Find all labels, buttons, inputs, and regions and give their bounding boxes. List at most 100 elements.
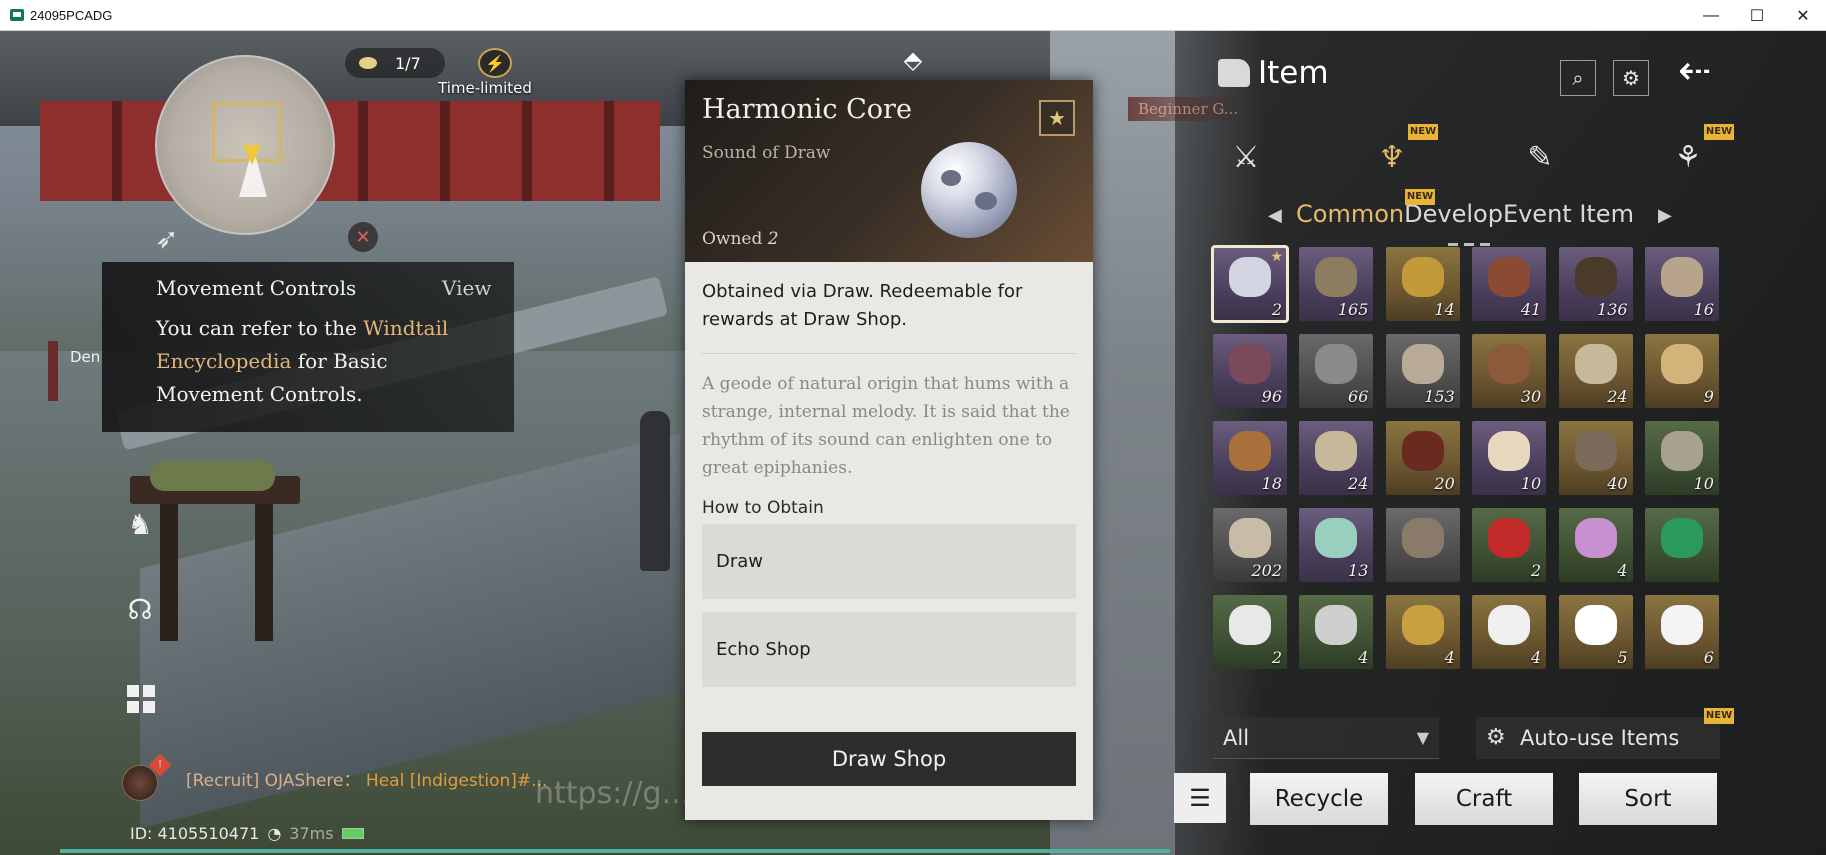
item-slot[interactable]: 40 (1558, 421, 1633, 495)
items-pouch-category-icon[interactable]: ♆ (1370, 136, 1414, 180)
draw-shop-button[interactable]: Draw Shop (702, 732, 1076, 786)
item-count: 14 (1434, 300, 1455, 319)
item-slot[interactable]: 202 (1213, 508, 1287, 582)
item-slot[interactable] (1385, 508, 1460, 582)
item-image (1401, 344, 1444, 384)
item-slot[interactable]: 9 (1644, 334, 1719, 408)
item-slot[interactable]: 165 (1299, 247, 1374, 321)
item-count: 24 (1607, 387, 1628, 406)
item-slot[interactable]: 2 (1213, 595, 1287, 669)
item-tabs: Common Develop Event Item (1265, 200, 1665, 228)
settings-gear-icon[interactable]: ⚙ (1613, 60, 1649, 96)
bottom-progress-line (60, 849, 1170, 853)
item-count: 18 (1261, 474, 1282, 493)
item-slot[interactable]: 4 (1472, 595, 1547, 669)
favorite-star-icon[interactable]: ★ (1039, 100, 1075, 136)
item-slot[interactable]: 41 (1472, 247, 1547, 321)
item-slot[interactable]: 20 (1385, 421, 1460, 495)
item-count: 41 (1520, 300, 1542, 319)
item-slot[interactable]: 4 (1558, 508, 1633, 582)
item-slot[interactable]: 136 (1558, 247, 1633, 321)
app-icon (10, 9, 24, 21)
auto-use-label: Auto-use Items (1520, 726, 1680, 750)
weapons-category-icon[interactable]: ⚔ (1224, 136, 1268, 180)
item-slot[interactable]: 153 (1385, 334, 1460, 408)
item-image (1660, 605, 1703, 645)
token-category-icon[interactable]: ⚘ (1666, 136, 1710, 180)
auto-use-items-button[interactable]: ⚙ Auto-use Items (1476, 717, 1720, 759)
item-slot[interactable]: 2 (1472, 508, 1547, 582)
close-button[interactable]: ✕ (1780, 0, 1826, 31)
item-image (1488, 344, 1531, 384)
item-slot[interactable] (1644, 508, 1719, 582)
item-slot[interactable]: 18 (1213, 421, 1287, 495)
horse-icon[interactable]: ♞ (120, 505, 160, 545)
tip-body-text: You can refer to the (156, 316, 364, 340)
item-slot[interactable]: ★ 2 (1211, 245, 1289, 323)
item-slot[interactable]: 24 (1299, 421, 1374, 495)
favorite-star-icon: ★ (1270, 249, 1283, 265)
item-slot[interactable]: 4 (1385, 595, 1460, 669)
tab-common[interactable]: Common (1296, 200, 1404, 228)
item-image (1488, 257, 1531, 297)
item-count: 24 (1348, 474, 1369, 493)
item-name: Harmonic Core (702, 94, 912, 125)
source-echo-shop[interactable]: Echo Shop (702, 612, 1076, 687)
sort-button[interactable]: Sort (1579, 773, 1717, 825)
craft-button[interactable]: Craft (1415, 773, 1553, 825)
listen-ear-icon[interactable]: ☊ (120, 590, 160, 630)
item-slot[interactable]: 96 (1213, 334, 1287, 408)
minimize-button[interactable]: — (1688, 0, 1734, 31)
new-badge: NEW (1405, 189, 1435, 205)
back-arrow-icon[interactable]: ⇠ (1678, 48, 1712, 94)
crossed-swords-icon[interactable]: ✕ (348, 222, 378, 252)
item-slot[interactable]: 4 (1299, 595, 1374, 669)
recycle-button[interactable]: Recycle (1250, 773, 1388, 825)
item-count: 153 (1424, 387, 1455, 406)
item-slot[interactable]: 24 (1558, 334, 1633, 408)
tab-next-arrow-icon[interactable]: ▶ (1658, 205, 1672, 226)
item-slot[interactable]: 10 (1644, 421, 1719, 495)
item-count: 66 (1348, 387, 1369, 406)
owned-count: Owned 2 (702, 229, 779, 249)
item-slot[interactable]: 5 (1558, 595, 1633, 669)
filter-dropdown[interactable]: All ▼ (1213, 717, 1439, 759)
source-draw[interactable]: Draw (702, 524, 1076, 599)
quest-counter[interactable]: 1/7 (345, 48, 445, 78)
chat-text[interactable]: Heal [Indigestion]#... (366, 771, 547, 791)
item-count: 4 (1444, 648, 1455, 667)
table-leg (160, 501, 178, 641)
counter-value: 1/7 (395, 53, 421, 73)
harmonic-core-image (921, 142, 1017, 238)
gear-icon: ⚙ (1486, 725, 1506, 750)
item-slot[interactable]: 10 (1472, 421, 1547, 495)
tip-view-link[interactable]: View (442, 276, 491, 300)
filter-list-icon[interactable]: ☰ (1174, 773, 1226, 823)
item-image (1229, 605, 1271, 645)
item-slot[interactable]: 6 (1644, 595, 1719, 669)
menu-grid-icon[interactable] (120, 678, 160, 718)
chat-message[interactable]: [Recruit] OJAShere： Heal [Indigestion]#.… (186, 766, 547, 791)
item-image (1574, 518, 1617, 558)
item-count: 165 (1337, 300, 1369, 319)
item-slot[interactable]: 16 (1644, 247, 1719, 321)
time-limited-icon[interactable]: ⚡ (478, 48, 512, 78)
item-count: 9 (1703, 387, 1714, 406)
item-slot[interactable]: 13 (1299, 508, 1374, 582)
item-image (1660, 257, 1703, 297)
item-slot[interactable]: 14 (1385, 247, 1460, 321)
item-slot[interactable]: 30 (1472, 334, 1547, 408)
item-image (1574, 605, 1617, 645)
minimap[interactable] (155, 55, 335, 235)
item-count: 10 (1693, 474, 1714, 493)
item-image (1315, 605, 1358, 645)
item-image (1488, 518, 1531, 558)
item-slot[interactable]: 66 (1299, 334, 1374, 408)
scroll-category-icon[interactable]: ✎ (1518, 136, 1562, 180)
tab-event-item[interactable]: Event Item (1503, 200, 1634, 228)
search-icon[interactable]: ⌕ (1560, 60, 1596, 96)
item-count: 30 (1520, 387, 1542, 406)
chat-alert-badge: ! (148, 753, 172, 777)
maximize-button[interactable]: ☐ (1734, 0, 1780, 31)
item-image (1315, 257, 1358, 297)
